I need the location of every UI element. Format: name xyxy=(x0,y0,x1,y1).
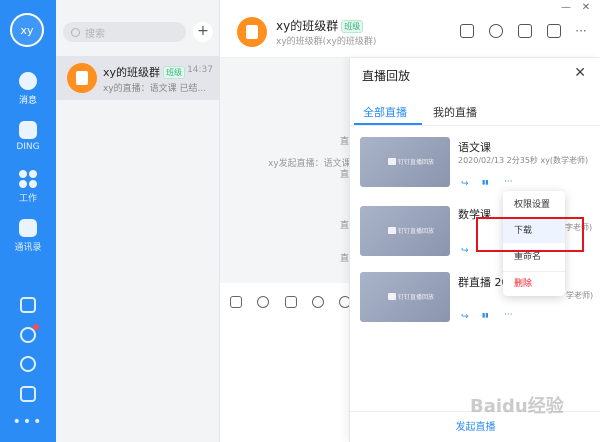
menu-item-permissions[interactable]: 权限设置 xyxy=(503,193,565,217)
search-placeholder: 搜索 xyxy=(85,28,105,40)
emoji-icon[interactable] xyxy=(257,296,269,308)
nav-item-label: DING xyxy=(16,142,40,152)
video-meta: 学老师) xyxy=(566,291,594,300)
play-icon xyxy=(388,293,396,300)
class-tag: 班级 xyxy=(341,20,364,33)
system-message: 直 xyxy=(340,221,350,231)
add-button[interactable]: + xyxy=(193,22,213,42)
nav-item-contacts[interactable]: 通讯录 xyxy=(0,219,56,253)
menu-item-delete[interactable]: 删除 xyxy=(503,272,565,296)
video-title: 群直播 20 xyxy=(458,276,509,289)
cloud-icon[interactable] xyxy=(20,356,36,372)
hexagon-icon[interactable] xyxy=(20,297,36,313)
nav-item-label: 消息 xyxy=(18,96,37,106)
thumbs-up-icon[interactable] xyxy=(285,296,297,308)
watermark: Baidu经验 xyxy=(470,396,564,417)
minimize-button[interactable]: — xyxy=(560,2,572,13)
notification-dot xyxy=(33,324,39,330)
more-options-icon[interactable]: ··· xyxy=(575,24,587,38)
system-message: 直 xyxy=(340,170,350,180)
tab-all-live[interactable]: 全部直播 xyxy=(363,104,407,120)
group-avatar[interactable] xyxy=(237,17,267,47)
conversation-name: xy的班级群 班级 xyxy=(103,64,186,80)
contacts-icon xyxy=(19,219,37,237)
chat-subtitle: xy的班级群(xy的班级群) xyxy=(276,37,377,47)
chat-header: xy的班级群 班级 xy的班级群(xy的班级群) ··· — ✕ xyxy=(220,0,600,58)
class-tag: 班级 xyxy=(163,66,186,79)
ding-icon xyxy=(19,121,37,139)
share-icon[interactable]: ↪ xyxy=(461,312,469,322)
stats-icon[interactable]: ▮▮ xyxy=(482,179,489,186)
nav-item-work[interactable]: 工作 xyxy=(0,170,56,204)
share-icon[interactable]: ↪ xyxy=(461,246,469,256)
video-thumbnail[interactable]: 钉钉直播回放 xyxy=(360,137,450,187)
grid-apps-icon xyxy=(19,170,37,188)
highlight-box xyxy=(476,217,584,252)
group-avatar xyxy=(67,63,97,93)
close-icon[interactable]: ✕ xyxy=(574,65,586,81)
more-icon[interactable]: ··· xyxy=(504,177,513,187)
live-tv-icon[interactable] xyxy=(547,24,561,38)
more-icon[interactable]: ••• xyxy=(0,414,56,430)
mail-icon[interactable] xyxy=(20,386,36,402)
video-meta: 2020/02/13 2分35秒 xy(数学老师) xyxy=(458,156,589,165)
search-icon xyxy=(71,27,80,37)
gif-icon[interactable] xyxy=(230,296,242,308)
conversation-time: 14:37 xyxy=(187,65,213,75)
conversation-preview: xy的直播：语文课 已结... xyxy=(103,84,207,94)
message-area: 直 xy发起直播：语文课， 直 直 直 xyxy=(220,58,360,283)
nav-item-label: 通讯录 xyxy=(14,243,42,253)
chat-bubble-icon xyxy=(19,72,37,90)
play-icon xyxy=(388,158,396,165)
nav-item-messages[interactable]: 消息 xyxy=(0,72,56,106)
phone-icon[interactable] xyxy=(20,324,39,343)
search-input[interactable]: 搜索 xyxy=(63,22,186,42)
folder-icon[interactable] xyxy=(518,24,532,38)
conversation-item[interactable]: xy的班级群 班级 14:37 xy的直播：语文课 已结... xyxy=(56,56,219,100)
stats-icon[interactable]: ▮▮ xyxy=(482,312,489,319)
video-thumbnail[interactable]: 钉钉直播回放 xyxy=(360,272,450,322)
left-nav: xy 消息 DING 工作 通讯录 ••• xyxy=(0,0,56,442)
share-icon[interactable]: ↪ xyxy=(461,179,469,189)
close-window-button[interactable]: ✕ xyxy=(580,2,592,13)
nav-item-label: 工作 xyxy=(18,194,37,204)
announcement-icon[interactable] xyxy=(460,24,474,38)
clock-icon[interactable] xyxy=(489,24,503,38)
divider xyxy=(350,125,600,126)
nav-item-ding[interactable]: DING xyxy=(0,121,56,152)
panel-title: 直播回放 xyxy=(362,69,411,83)
video-thumbnail[interactable]: 钉钉直播回放 xyxy=(360,206,450,256)
video-title: 语文课 xyxy=(458,141,491,154)
tab-my-live[interactable]: 我的直播 xyxy=(433,104,477,120)
avatar[interactable]: xy xyxy=(10,13,44,47)
play-icon xyxy=(388,227,396,234)
conversation-list: 搜索 + xy的班级群 班级 14:37 xy的直播：语文课 已结... xyxy=(56,0,220,442)
scissors-icon[interactable] xyxy=(312,296,324,308)
more-icon[interactable]: ··· xyxy=(504,310,513,320)
system-message: 直 xyxy=(340,254,350,264)
chat-title: xy的班级群 班级 xyxy=(276,17,364,34)
system-message: 直 xyxy=(340,137,350,147)
